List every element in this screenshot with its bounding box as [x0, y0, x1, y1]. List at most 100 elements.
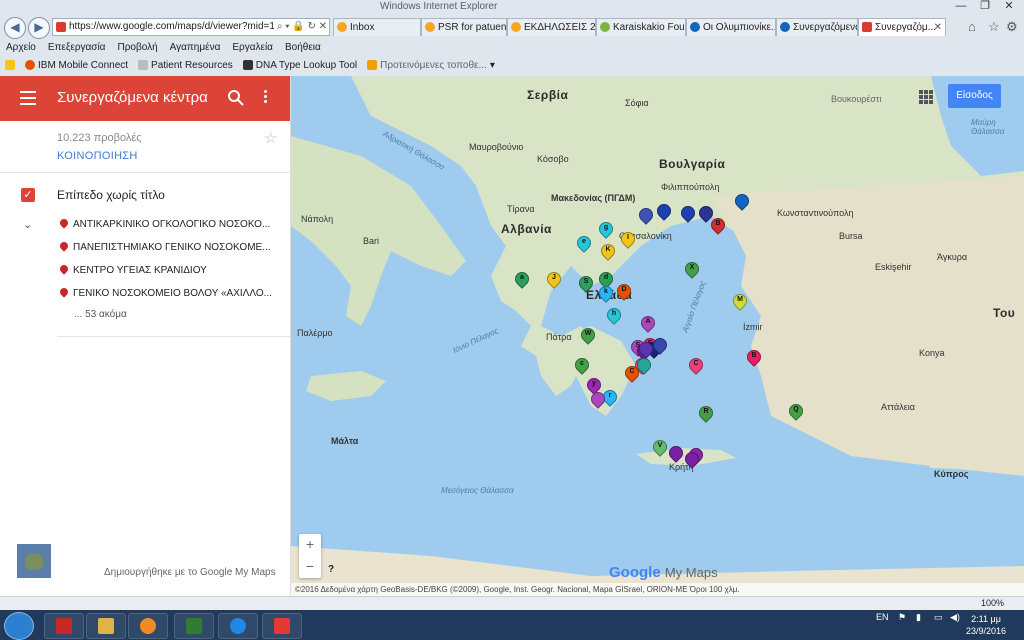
menu-icon[interactable]	[20, 91, 36, 105]
tab-karaiskakio[interactable]: Karaiskakio Fou...	[596, 18, 686, 36]
map-land-shapes	[291, 76, 1024, 596]
fav-ibm[interactable]: IBM Mobile Connect	[20, 60, 133, 71]
fav-patient[interactable]: Patient Resources	[133, 60, 238, 71]
maximize-button[interactable]: ❐	[976, 0, 994, 13]
settings-gear-icon[interactable]: ⚙	[1006, 19, 1018, 35]
tab-psr[interactable]: PSR for patuent ...	[421, 18, 507, 36]
taskbar-ie[interactable]	[218, 613, 258, 639]
map-label-sofia: Σόφια	[625, 98, 649, 108]
map-marker-label: r	[608, 392, 612, 399]
zoom-in-button[interactable]: +	[299, 534, 321, 556]
list-item[interactable]: ΚΕΝΤΡΟ ΥΓΕΙΑΣ ΚΡΑΝΙΔΙΟΥ	[60, 265, 275, 276]
search-icon[interactable]: ⌕	[277, 21, 283, 32]
fav-suggested[interactable]: Προτεινόμενες τοποθε... ▾	[362, 60, 500, 71]
map-pin-icon	[60, 288, 70, 298]
more-items-link[interactable]: ... 53 ακόμα	[74, 309, 127, 320]
tray-battery-icon[interactable]: ▭	[934, 612, 943, 623]
tab-inbox[interactable]: Inbox	[333, 18, 421, 36]
favorites-star-add[interactable]	[0, 60, 20, 70]
tab-olympionikes[interactable]: Οι Ολυμπιονίκε...	[686, 18, 776, 36]
fav-label: Patient Resources	[151, 59, 233, 71]
sign-in-button[interactable]: Είσοδος	[948, 84, 1001, 108]
menu-help[interactable]: Βοήθεια	[279, 40, 327, 55]
tab-events[interactable]: ΕΚΔΗΛΩΣΕΙΣ 2016	[507, 18, 596, 36]
start-button-icon[interactable]	[4, 612, 34, 640]
map-marker-label: W	[584, 330, 592, 337]
apps-grid-icon[interactable]	[919, 90, 933, 104]
list-item[interactable]: ΑΝΤΙΚΑΡΚΙΝΙΚΟ ΟΓΚΟΛΟΓΙΚΟ ΝΟΣΟΚΟ...	[60, 219, 275, 230]
tab-label: ΕΚΔΗΛΩΣΕΙΣ 2016	[524, 22, 596, 33]
media-player-icon	[140, 618, 156, 634]
tray-flag-icon[interactable]: ⚑	[898, 612, 906, 623]
taskbar-media[interactable]	[128, 613, 168, 639]
tab-synergazomena-active[interactable]: Συνεργαζόμ... ✕	[858, 18, 946, 36]
list-item-label: ΓΕΝΙΚΟ ΝΟΣΟΚΟΜΕΙΟ ΒΟΛΟΥ «ΑΧΙΛΛΟ...	[73, 288, 272, 299]
map-label-eskisehir: Eskişehir	[875, 262, 912, 272]
taskbar-acrobat[interactable]	[44, 613, 84, 639]
taskbar-explorer[interactable]	[86, 613, 126, 639]
tray-network-icon[interactable]: ▮	[916, 612, 921, 623]
map-marker-label: X	[689, 264, 695, 271]
map-marker-label: D	[621, 286, 627, 293]
created-with-text[interactable]: Δημιουργήθηκε με το Google My Maps	[104, 567, 276, 578]
map-marker-label: Q	[793, 406, 799, 413]
map-marker-label: K	[605, 246, 611, 253]
map-label-istanbul: Κωνσταντινούπολη	[777, 208, 854, 218]
dropdown-icon[interactable]: ▾	[285, 21, 289, 32]
tab-label: Karaiskakio Fou...	[613, 22, 686, 33]
tab-synergazomena-1[interactable]: Συνεργαζόμενα ...	[776, 18, 858, 36]
search-icon[interactable]	[227, 89, 245, 107]
clock-time: 2:11 μμ	[971, 614, 1001, 624]
tab-label: PSR for patuent ...	[438, 22, 507, 33]
map-label-bulgaria: Βουλγαρία	[659, 157, 726, 171]
title-bar: Windows Internet Explorer — ❐ ✕	[0, 0, 1024, 16]
chevron-down-icon[interactable]: ⌄	[23, 218, 32, 231]
tray-volume-icon[interactable]: ◀)	[950, 612, 960, 623]
close-tab-icon[interactable]: ✕	[934, 19, 942, 36]
fav-dna[interactable]: DNA Type Lookup Tool	[238, 60, 362, 71]
menu-tools[interactable]: Εργαλεία	[226, 40, 279, 55]
taskbar-excel[interactable]	[174, 613, 214, 639]
help-icon[interactable]: ?	[328, 564, 334, 575]
map-label-bari: Bari	[363, 236, 380, 246]
page-icon	[780, 22, 790, 32]
map-label-ankara: Άγκυρα	[937, 252, 968, 262]
favorites-star-icon[interactable]: ☆	[988, 19, 1000, 35]
menu-favorites[interactable]: Αγαπημένα	[164, 40, 227, 55]
star-icon[interactable]: ☆	[264, 129, 277, 147]
clock[interactable]: 2:11 μμ 23/9/2016	[966, 613, 1006, 637]
layer-name: Επίπεδο χωρίς τίτλο	[57, 188, 165, 202]
satellite-toggle-thumbnail[interactable]	[17, 544, 51, 578]
address-bar[interactable]: https://www.google.com/maps/d/viewer?mid…	[52, 18, 330, 36]
forward-button[interactable]: ▶	[28, 17, 50, 39]
minimize-button[interactable]: —	[952, 0, 970, 13]
menu-edit[interactable]: Επεξεργασία	[42, 40, 112, 55]
zoom-level[interactable]: 100%	[981, 598, 1004, 608]
map-marker-label: C	[629, 368, 635, 375]
stop-icon[interactable]: ✕	[319, 21, 327, 32]
map-label-naples: Νάπολη	[301, 214, 334, 224]
list-item-label: ΠΑΝΕΠΙΣΤΗΜΙΑΚΟ ΓΕΝΙΚΟ ΝΟΣΟΚΟΜΕ...	[73, 242, 271, 253]
map-label-cyprus: Κύπρος	[934, 469, 969, 479]
refresh-icon[interactable]: ↻	[307, 21, 315, 32]
map-label-izmir: İzmir	[743, 322, 763, 332]
ibm-icon	[25, 60, 35, 70]
map-canvas[interactable]: Σερβία Βουλγαρία Αλβανία Ελλάδα Του Μακε…	[291, 76, 1024, 596]
menu-view[interactable]: Προβολή	[111, 40, 163, 55]
menu-file[interactable]: Αρχείο	[0, 40, 42, 55]
close-window-button[interactable]: ✕	[1000, 0, 1018, 13]
map-label-konya: Konya	[919, 348, 945, 358]
share-link[interactable]: ΚΟΙΝΟΠΟΙΗΣΗ	[57, 150, 138, 162]
taskbar-outlook[interactable]	[262, 613, 302, 639]
layer-checkbox[interactable]: ✓	[21, 188, 35, 202]
list-item[interactable]: ΠΑΝΕΠΙΣΤΗΜΙΑΚΟ ΓΕΝΙΚΟ ΝΟΣΟΚΟΜΕ...	[60, 242, 275, 253]
window-controls: — ❐ ✕	[952, 0, 1018, 13]
zoom-out-button[interactable]: −	[299, 556, 321, 578]
map-marker-label: B	[715, 220, 721, 227]
list-item-label: ΚΕΝΤΡΟ ΥΓΕΙΑΣ ΚΡΑΝΙΔΙΟΥ	[73, 265, 207, 276]
home-icon[interactable]: ⌂	[968, 19, 976, 34]
more-options-icon[interactable]	[264, 90, 268, 105]
list-item[interactable]: ΓΕΝΙΚΟ ΝΟΣΟΚΟΜΕΙΟ ΒΟΛΟΥ «ΑΧΙΛΛΟ...	[60, 288, 275, 299]
back-button[interactable]: ◀	[4, 17, 26, 39]
tray-language[interactable]: EN	[876, 612, 889, 622]
